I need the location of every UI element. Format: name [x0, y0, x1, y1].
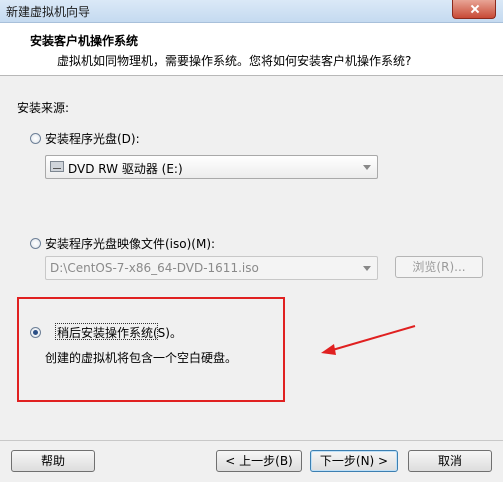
footer-divider [0, 440, 503, 441]
chevron-down-icon [363, 165, 371, 170]
window-title: 新建虚拟机向导 [6, 5, 91, 19]
page-title: 安装客户机操作系统 [30, 34, 139, 48]
installer-disc-label[interactable]: 安装程序光盘(D): [45, 130, 140, 147]
browse-button[interactable]: 浏览(R)... [395, 256, 483, 278]
cancel-button[interactable]: 取消 [408, 450, 492, 472]
iso-image-label[interactable]: 安装程序光盘映像文件(iso)(M): [45, 235, 215, 252]
window-titlebar: 新建虚拟机向导 [0, 0, 503, 23]
back-button[interactable]: < 上一步(B) [216, 450, 302, 472]
chevron-down-icon [363, 266, 371, 271]
wizard-header: 安装客户机操作系统 虚拟机如同物理机，需要操作系统。您将如何安装客户机操作系统? [0, 23, 503, 76]
radio-installer-disc[interactable] [30, 133, 41, 144]
radio-iso-image[interactable] [30, 238, 41, 249]
install-source-label: 安装来源: [17, 101, 70, 115]
annotation-highlight-box [17, 297, 285, 402]
dvd-drive-icon [50, 161, 64, 172]
drive-select[interactable]: DVD RW 驱动器 (E:) [45, 155, 378, 179]
annotation-arrow [321, 325, 416, 355]
iso-path-input[interactable]: D:\CentOS-7-x86_64-DVD-1611.iso [45, 256, 378, 280]
page-subtitle: 虚拟机如同物理机，需要操作系统。您将如何安装客户机操作系统? [57, 54, 412, 68]
next-button[interactable]: 下一步(N) > [310, 450, 398, 472]
help-button[interactable]: 帮助 [11, 450, 95, 472]
close-icon[interactable] [452, 0, 496, 19]
drive-select-value: DVD RW 驱动器 (E:) [68, 162, 183, 176]
iso-path-value: D:\CentOS-7-x86_64-DVD-1611.iso [50, 261, 259, 275]
